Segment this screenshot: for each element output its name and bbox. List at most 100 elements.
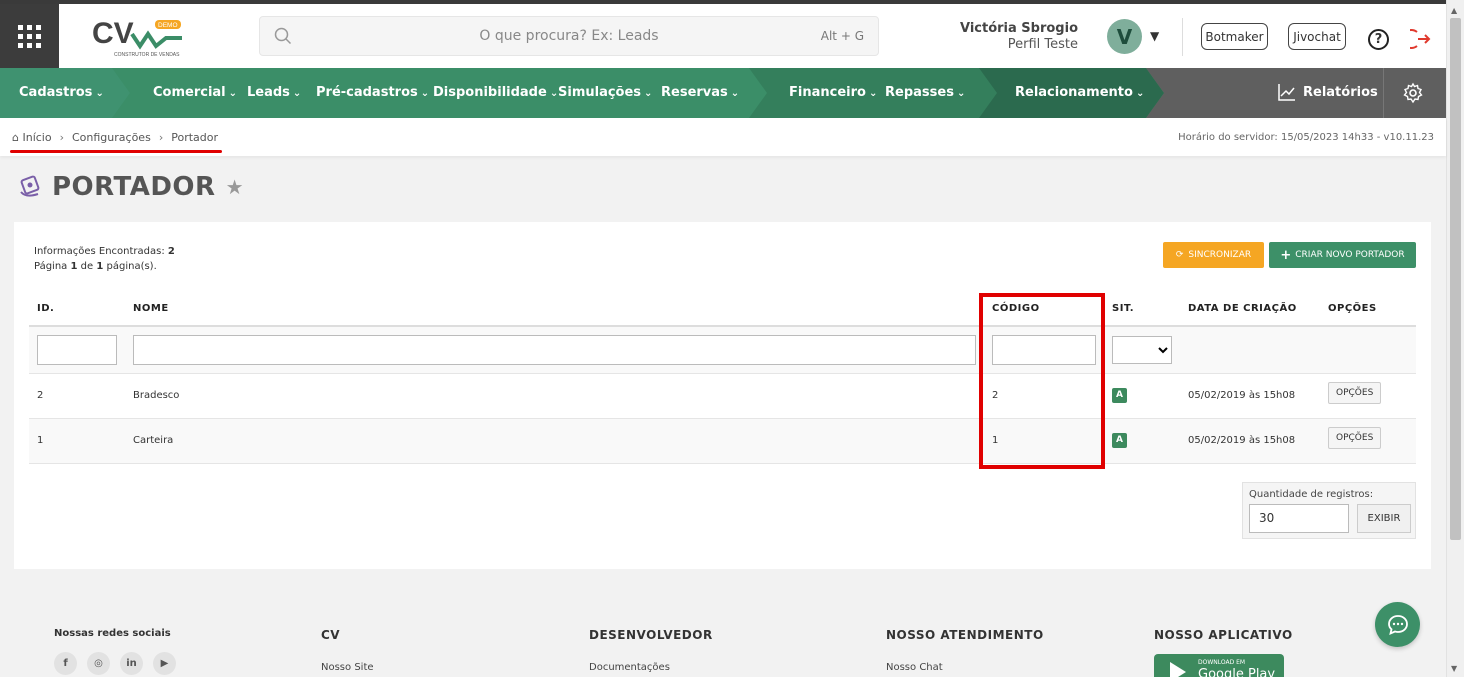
- chevron-down-icon: ⌄: [730, 88, 740, 99]
- gplay-big-text: Google Play: [1198, 667, 1276, 677]
- filter-id-input[interactable]: [37, 334, 117, 365]
- nav-item-label: Cadastros: [19, 85, 93, 100]
- nav-item-disponibilidade[interactable]: Disponibilidade ⌄: [433, 85, 558, 100]
- svg-text:CV: CV: [92, 17, 134, 50]
- portador-table: ID. NOME CÓDIGO SIT. DATA DE CRIAÇÃO OPÇ…: [29, 292, 1416, 464]
- star-icon[interactable]: ★: [226, 175, 244, 199]
- nav-item-cadastros[interactable]: Cadastros ⌄: [19, 85, 104, 100]
- nav-item-pre-cadastros[interactable]: Pré-cadastros ⌄: [316, 85, 429, 100]
- nav-item-relacionamento[interactable]: Relacionamento ⌄: [1015, 85, 1144, 100]
- footer-app: NOSSO APLICATIVO: [1154, 628, 1293, 642]
- show-button[interactable]: EXIBIR: [1357, 504, 1411, 533]
- results-info: Informações Encontradas: 2 Página 1 de 1…: [34, 244, 175, 274]
- footer-dev-title: DESENVOLVEDOR: [589, 628, 713, 642]
- nav-item-label: Simulações: [558, 85, 642, 100]
- nav-item-label: Repasses: [885, 85, 954, 100]
- footer-link-site[interactable]: Nosso Site: [321, 662, 374, 673]
- divider: [1182, 18, 1183, 56]
- home-icon: ⌂: [12, 131, 19, 144]
- nav-item-relatorios[interactable]: Relatórios: [1278, 83, 1378, 101]
- records-per-page: Quantidade de registros: 30 EXIBIR: [1242, 482, 1416, 539]
- footer-link-chat[interactable]: Nosso Chat: [886, 662, 1044, 673]
- scroll-thumb[interactable]: [1450, 18, 1461, 540]
- records-input[interactable]: 30: [1249, 504, 1349, 533]
- nav-item-financeiro[interactable]: Financeiro ⌄: [789, 85, 877, 100]
- table-row[interactable]: 1 Carteira 1 A 05/02/2019 às 15h08 OPÇÕE…: [29, 418, 1416, 464]
- status-badge: A: [1112, 433, 1127, 448]
- page-of: de: [80, 261, 94, 272]
- nav-item-label: Relacionamento: [1015, 85, 1133, 100]
- server-time: Horário do servidor: 15/05/2023 14h33 - …: [1178, 132, 1434, 143]
- logout-icon[interactable]: [1410, 28, 1432, 50]
- footer-cv-title: CV: [321, 628, 341, 642]
- nav-item-reservas[interactable]: Reservas ⌄: [661, 85, 739, 100]
- footer-social-title: Nossas redes sociais: [54, 628, 171, 639]
- cell-id: 2: [29, 373, 125, 419]
- page-prefix: Página: [34, 261, 68, 272]
- options-button[interactable]: OPÇÕES: [1328, 382, 1382, 404]
- portador-icon: [20, 175, 40, 197]
- social-links: f ◎ in ▶: [54, 652, 176, 675]
- google-play-badge[interactable]: DOWNLOAD EM Google Play: [1154, 654, 1284, 677]
- create-portador-button[interactable]: + CRIAR NOVO PORTADOR: [1269, 242, 1416, 268]
- cell-id: 1: [29, 418, 125, 464]
- apps-menu-button[interactable]: [0, 4, 59, 68]
- column-header-id[interactable]: ID.: [29, 292, 125, 327]
- grid-icon: [18, 24, 41, 48]
- user-name[interactable]: Victória Sbrogio: [960, 21, 1078, 36]
- search-bar[interactable]: O que procura? Ex: Leads Alt + G: [259, 16, 879, 56]
- cell-data: 05/02/2019 às 15h08: [1180, 373, 1320, 419]
- filter-cell: [29, 326, 125, 374]
- filter-cell: [125, 326, 984, 374]
- user-profile[interactable]: Perfil Teste: [1008, 37, 1078, 52]
- nav-item-label: Disponibilidade: [433, 85, 547, 100]
- svg-text:DEMO: DEMO: [158, 22, 178, 29]
- gplay-small-text: DOWNLOAD EM: [1198, 659, 1246, 666]
- info-count: 2: [167, 246, 175, 257]
- breadcrumb-portador[interactable]: Portador: [171, 131, 218, 144]
- filter-sit-select[interactable]: [1112, 335, 1172, 364]
- scrollbar[interactable]: ▲ ▼: [1446, 0, 1464, 677]
- chevron-down-icon: ⌄: [228, 88, 238, 99]
- nav-item-label: Comercial: [153, 85, 226, 100]
- instagram-icon[interactable]: ◎: [87, 652, 110, 675]
- nav-item-leads[interactable]: Leads ⌄: [247, 85, 301, 100]
- gear-icon[interactable]: [1402, 82, 1424, 104]
- column-header-sit[interactable]: SIT.: [1104, 292, 1180, 327]
- breadcrumb-bar: ⌂ Início › Configurações › Portador Horá…: [0, 118, 1446, 156]
- youtube-icon[interactable]: ▶: [153, 652, 176, 675]
- nav-item-simulacoes[interactable]: Simulações ⌄: [558, 85, 652, 100]
- chevron-down-icon[interactable]: ▼: [1150, 29, 1159, 43]
- filter-cell: [1180, 326, 1320, 374]
- nav-item-repasses[interactable]: Repasses ⌄: [885, 85, 965, 100]
- help-icon[interactable]: ?: [1368, 29, 1389, 50]
- content-card: Informações Encontradas: 2 Página 1 de 1…: [14, 222, 1431, 569]
- create-label: CRIAR NOVO PORTADOR: [1295, 250, 1405, 260]
- options-button[interactable]: OPÇÕES: [1328, 427, 1382, 449]
- breadcrumb-configuracoes[interactable]: Configurações: [72, 131, 151, 144]
- sync-button[interactable]: ⟳ SINCRONIZAR: [1163, 242, 1264, 268]
- nav-item-comercial[interactable]: Comercial ⌄: [153, 85, 237, 100]
- status-badge: A: [1112, 388, 1127, 403]
- column-header-nome[interactable]: NOME: [125, 292, 984, 327]
- jivochat-button[interactable]: Jivochat: [1288, 23, 1346, 50]
- scroll-down-arrow[interactable]: ▼: [1451, 664, 1457, 673]
- codigo-column-highlight: [979, 293, 1105, 469]
- cv-logo[interactable]: CV DEMO CONSTRUTOR DE VENDAS: [92, 16, 187, 58]
- table-row[interactable]: 2 Bradesco 2 A 05/02/2019 às 15h08 OPÇÕE…: [29, 373, 1416, 419]
- linkedin-icon[interactable]: in: [120, 652, 143, 675]
- info-label: Informações Encontradas:: [34, 246, 165, 257]
- botmaker-button[interactable]: Botmaker: [1201, 23, 1268, 50]
- column-header-data-criacao[interactable]: DATA DE CRIAÇÃO: [1180, 292, 1320, 327]
- page-current: 1: [70, 261, 78, 272]
- footer-support-title: NOSSO ATENDIMENTO: [886, 628, 1044, 642]
- top-header: CV DEMO CONSTRUTOR DE VENDAS O que procu…: [0, 0, 1446, 68]
- scroll-up-arrow[interactable]: ▲: [1451, 6, 1457, 15]
- chat-button[interactable]: [1375, 602, 1420, 647]
- facebook-icon[interactable]: f: [54, 652, 77, 675]
- avatar[interactable]: V: [1107, 19, 1142, 54]
- breadcrumb-home[interactable]: ⌂ Início: [12, 131, 52, 144]
- filter-nome-input[interactable]: [133, 334, 976, 365]
- footer-link-docs[interactable]: Documentações: [589, 662, 713, 673]
- search-placeholder: O que procura? Ex: Leads: [479, 28, 659, 44]
